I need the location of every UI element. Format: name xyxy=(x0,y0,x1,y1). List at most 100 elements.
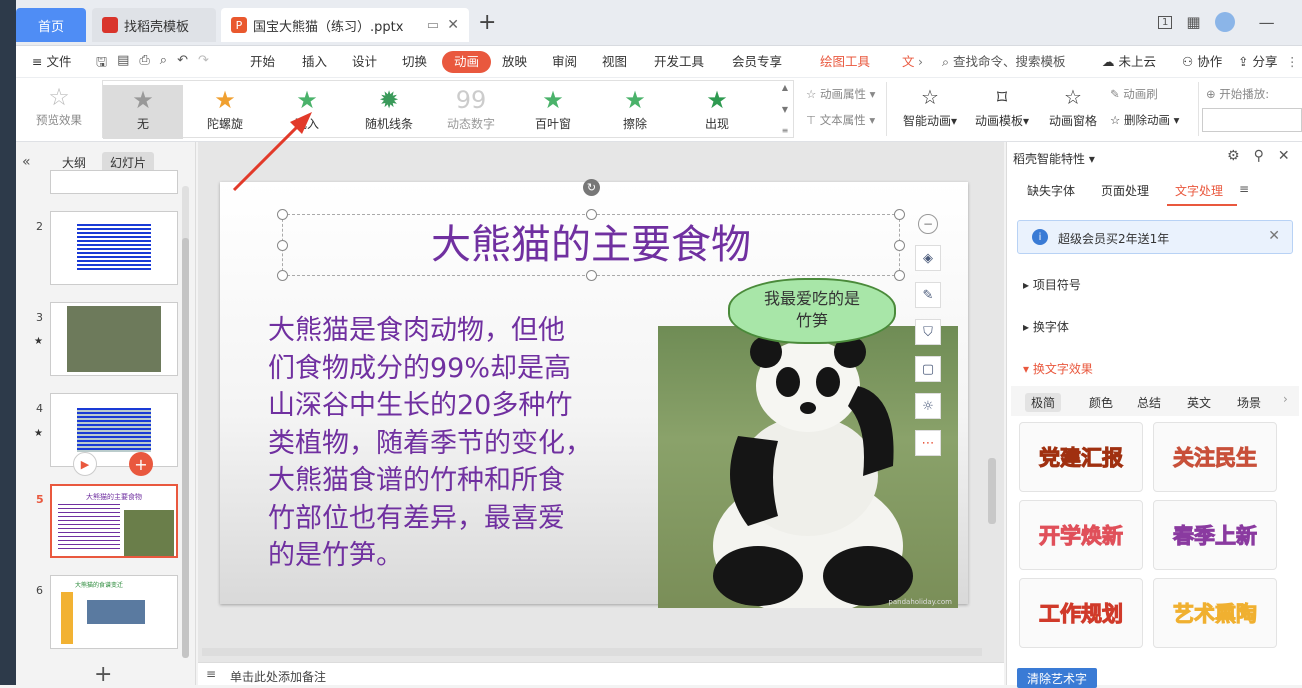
canvas-vscrollbar[interactable] xyxy=(988,452,996,662)
tab-home[interactable]: 首页 xyxy=(16,8,86,42)
pen-icon[interactable]: ✎ xyxy=(915,282,941,308)
save-icon[interactable]: 🖫 xyxy=(96,53,107,75)
tab-document[interactable]: P 国宝大熊猫（练习）.pptx ▭ ✕ xyxy=(221,8,469,42)
resize-handle[interactable] xyxy=(894,240,905,251)
search-command[interactable]: ⌕ 查找命令、搜索模板 xyxy=(936,51,1072,73)
resize-handle[interactable] xyxy=(586,209,597,220)
gallery-scroll[interactable]: ▲ ▼ ≡ xyxy=(779,83,791,135)
resize-handle[interactable] xyxy=(894,209,905,220)
speech-bubble[interactable]: 我最爱吃的是 竹笋 xyxy=(728,278,896,344)
effect-dynamic-number[interactable]: 99 动态数字 xyxy=(431,85,511,139)
layers-icon[interactable]: ◈ xyxy=(915,245,941,271)
canvas-vscroll-thumb[interactable] xyxy=(988,458,996,524)
effect-random-lines[interactable]: ✹ 随机线条 xyxy=(349,85,429,139)
menu-animation[interactable]: 动画 xyxy=(442,51,492,73)
menu-start[interactable]: 开始 xyxy=(244,51,281,73)
preview-effect-button[interactable]: ☆ 预览效果 xyxy=(16,82,102,136)
menu-transition[interactable]: 切换 xyxy=(396,51,433,73)
subtab-color[interactable]: 颜色 xyxy=(1089,394,1113,411)
canvas-hscrollbar[interactable] xyxy=(202,648,982,656)
vip-banner[interactable]: i 超级会员买2年送1年 ✕ xyxy=(1017,220,1293,254)
gallery-down-icon[interactable]: ▼ xyxy=(782,105,788,114)
add-slide-icon[interactable]: + xyxy=(129,452,153,476)
rotate-handle-icon[interactable]: ↻ xyxy=(583,179,600,196)
pin-icon[interactable]: ⚲ xyxy=(1254,148,1264,164)
subtab-summary[interactable]: 总结 xyxy=(1137,394,1161,411)
menu-review[interactable]: 审阅 xyxy=(546,51,583,73)
close-tab-icon[interactable]: ✕ xyxy=(447,17,459,33)
gallery-expand-icon[interactable]: ≡ xyxy=(782,126,789,135)
section-bullets[interactable]: ▸ 项目符号 xyxy=(1023,276,1081,293)
art-style-6[interactable]: 艺术熏陶 xyxy=(1153,578,1277,648)
tab-text-processing[interactable]: 文字处理 xyxy=(1175,182,1223,199)
effect-appear[interactable]: ★ 出现 xyxy=(677,85,757,139)
thumbnail-scrollbar[interactable] xyxy=(182,186,189,658)
slide-thumb-4[interactable]: ▶ + xyxy=(50,393,178,476)
new-tab-button[interactable]: + xyxy=(478,10,496,35)
start-play-select[interactable] xyxy=(1202,108,1302,132)
slide-thumb-6[interactable]: 大熊猫的食谱变迁 xyxy=(50,575,178,649)
text-properties-button[interactable]: ⊤ 文本属性 ▾ xyxy=(806,112,875,128)
section-change-font[interactable]: ▸ 换字体 xyxy=(1023,318,1069,335)
lightbulb-icon[interactable]: ☼ xyxy=(915,393,941,419)
subtab-next-icon[interactable]: › xyxy=(1283,392,1288,406)
slide-title[interactable]: 大熊猫的主要食物 xyxy=(282,212,900,278)
menu-lines-icon[interactable]: ≡ xyxy=(1239,182,1249,196)
close-banner-icon[interactable]: ✕ xyxy=(1268,228,1280,244)
slide-thumb-5-selected[interactable]: 大熊猫的主要食物 xyxy=(50,484,178,558)
resize-handle[interactable] xyxy=(277,270,288,281)
more-icon[interactable]: ⋯ xyxy=(915,430,941,456)
animation-template-button[interactable]: ⌑ 动画模板▾ xyxy=(966,82,1038,136)
minimize-icon[interactable]: — xyxy=(1259,13,1275,32)
smart-animation-button[interactable]: ☆ 智能动画▾ xyxy=(894,82,966,136)
settings-gear-icon[interactable]: ⚙ xyxy=(1227,148,1240,164)
new-slide-button[interactable]: + xyxy=(94,662,112,687)
animation-pane-button[interactable]: ☆ 动画窗格 xyxy=(1040,82,1106,136)
menu-developer[interactable]: 开发工具 xyxy=(648,51,710,73)
print-preview-icon[interactable]: ⌕ xyxy=(160,53,167,75)
menu-view[interactable]: 视图 xyxy=(596,51,633,73)
menu-insert[interactable]: 插入 xyxy=(296,51,333,73)
resize-handle[interactable] xyxy=(277,240,288,251)
menu-file[interactable]: ≡ 文件 xyxy=(26,51,77,73)
subtab-scene[interactable]: 场景 xyxy=(1237,394,1261,411)
window-count-icon[interactable]: 1 xyxy=(1158,15,1173,29)
gallery-up-icon[interactable]: ▲ xyxy=(782,83,788,92)
menu-member[interactable]: 会员专享 xyxy=(726,51,788,73)
fill-bucket-icon[interactable]: ⛉ xyxy=(915,319,941,345)
slide-thumb-2[interactable] xyxy=(50,211,178,285)
subtab-english[interactable]: 英文 xyxy=(1187,394,1211,411)
close-panel-icon[interactable]: ✕ xyxy=(1278,148,1290,164)
collapse-toolbar-icon[interactable]: − xyxy=(918,214,938,234)
effect-wipe[interactable]: ★ 擦除 xyxy=(595,85,675,139)
resize-handle[interactable] xyxy=(277,209,288,220)
art-style-4[interactable]: 春季上新 xyxy=(1153,500,1277,570)
more-options-icon[interactable]: ⋮ xyxy=(1280,51,1302,73)
slide-thumb-3[interactable] xyxy=(50,302,178,376)
menu-design[interactable]: 设计 xyxy=(346,51,383,73)
print-icon[interactable]: ⎙ xyxy=(139,53,149,75)
tab-page-processing[interactable]: 页面处理 xyxy=(1101,182,1149,199)
art-style-1[interactable]: 党建汇报 xyxy=(1019,422,1143,492)
tab-docer-templates[interactable]: 找稻壳模板 xyxy=(92,8,216,42)
more-chevron-icon[interactable]: › xyxy=(912,51,929,73)
art-style-2[interactable]: 关注民生 xyxy=(1153,422,1277,492)
notes-bar[interactable]: ≡ 单击此处添加备注 xyxy=(198,662,1004,685)
menu-drawing-tools[interactable]: 绘图工具 xyxy=(814,51,876,73)
effect-blinds[interactable]: ★ 百叶窗 xyxy=(513,85,593,139)
tab-missing-fonts[interactable]: 缺失字体 xyxy=(1027,182,1075,199)
delete-animation-button[interactable]: ☆ 删除动画 ▾ xyxy=(1110,112,1179,128)
clear-art-text-button[interactable]: 清除艺术字 xyxy=(1017,668,1098,688)
user-avatar[interactable] xyxy=(1214,12,1235,32)
resize-handle[interactable] xyxy=(894,270,905,281)
pin-window-icon[interactable]: ▭ xyxy=(427,18,439,33)
undo-icon[interactable]: ↶ xyxy=(177,53,188,75)
slide-5[interactable]: 大熊猫的主要食物 ↻ 大熊猫是食肉动物，但他 们食物成分的99%却是高 山深谷中… xyxy=(220,179,968,608)
collab-button[interactable]: ⚇ 协作 xyxy=(1176,51,1228,73)
section-text-effects[interactable]: ▾ 换文字效果 xyxy=(1023,360,1093,377)
anim-properties-button[interactable]: ☆ 动画属性 ▾ xyxy=(806,86,875,102)
effect-none[interactable]: ★ 无 xyxy=(103,85,183,139)
frame-icon[interactable]: ▢ xyxy=(915,356,941,382)
grid-apps-icon[interactable]: ▦ xyxy=(1186,13,1200,31)
animation-brush-button[interactable]: ✎ 动画刷 xyxy=(1110,86,1158,102)
